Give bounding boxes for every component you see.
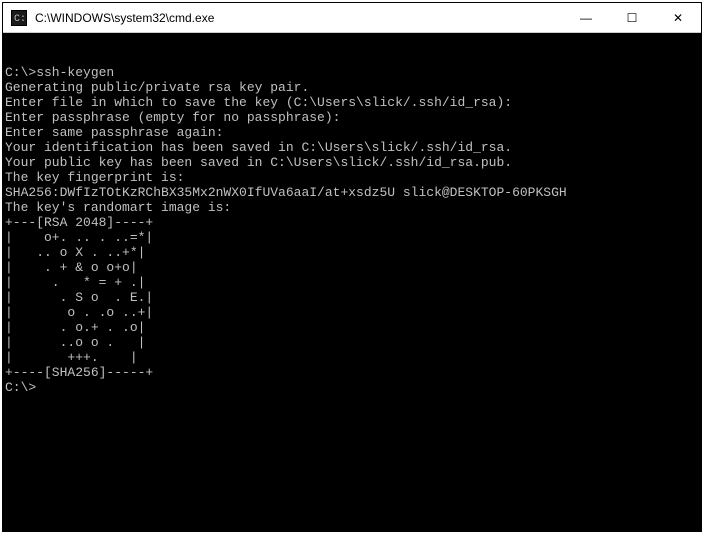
svg-text:C:: C: bbox=[14, 14, 26, 25]
terminal-line: +----[SHA256]-----+ bbox=[5, 365, 699, 380]
terminal-line: Enter passphrase (empty for no passphras… bbox=[5, 110, 699, 125]
terminal-line: Your identification has been saved in C:… bbox=[5, 140, 699, 155]
terminal-line: Generating public/private rsa key pair. bbox=[5, 80, 699, 95]
maximize-icon: ☐ bbox=[627, 11, 638, 25]
terminal-line: The key's randomart image is: bbox=[5, 200, 699, 215]
terminal-line: | o+. .. . ..=*| bbox=[5, 230, 699, 245]
terminal-line: | . S o . E.| bbox=[5, 290, 699, 305]
titlebar[interactable]: C: C:\WINDOWS\system32\cmd.exe — ☐ ✕ bbox=[3, 3, 701, 33]
window-controls: — ☐ ✕ bbox=[563, 3, 701, 32]
window-title: C:\WINDOWS\system32\cmd.exe bbox=[35, 11, 563, 25]
minimize-button[interactable]: — bbox=[563, 3, 609, 32]
terminal-output[interactable]: C:\>ssh-keygenGenerating public/private … bbox=[3, 33, 701, 531]
terminal-line: | .. o X . ..+*| bbox=[5, 245, 699, 260]
cmd-window: C: C:\WINDOWS\system32\cmd.exe — ☐ ✕ C:\… bbox=[2, 2, 702, 532]
cmd-icon: C: bbox=[11, 10, 27, 26]
terminal-line: +---[RSA 2048]----+ bbox=[5, 215, 699, 230]
terminal-line: The key fingerprint is: bbox=[5, 170, 699, 185]
terminal-line: | . o.+ . .o| bbox=[5, 320, 699, 335]
terminal-line: | ..o o . | bbox=[5, 335, 699, 350]
terminal-line: | +++. | bbox=[5, 350, 699, 365]
terminal-line: C:\> bbox=[5, 380, 699, 395]
minimize-icon: — bbox=[580, 11, 592, 25]
terminal-line: | . * = + .| bbox=[5, 275, 699, 290]
close-icon: ✕ bbox=[673, 11, 683, 25]
maximize-button[interactable]: ☐ bbox=[609, 3, 655, 32]
terminal-line: Enter file in which to save the key (C:\… bbox=[5, 95, 699, 110]
terminal-line: C:\>ssh-keygen bbox=[5, 65, 699, 80]
terminal-line: Enter same passphrase again: bbox=[5, 125, 699, 140]
terminal-line: SHA256:DWfIzTOtKzRChBX35Mx2nWX0IfUVa6aaI… bbox=[5, 185, 699, 200]
terminal-line: Your public key has been saved in C:\Use… bbox=[5, 155, 699, 170]
close-button[interactable]: ✕ bbox=[655, 3, 701, 32]
terminal-line: | . + & o o+o| bbox=[5, 260, 699, 275]
terminal-line: | o . .o ..+| bbox=[5, 305, 699, 320]
